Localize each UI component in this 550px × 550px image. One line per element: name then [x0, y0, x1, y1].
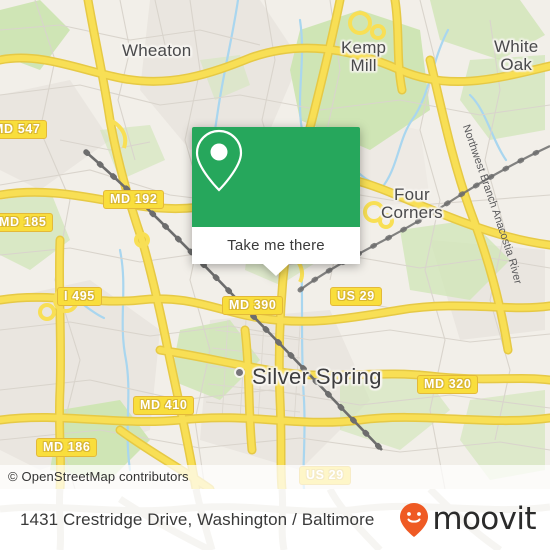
city-dot-silver-spring: [236, 369, 243, 376]
take-me-there-button[interactable]: Take me there: [192, 227, 360, 264]
road-shield-md-192: MD 192: [103, 190, 165, 209]
map-attribution[interactable]: © OpenStreetMap contributors: [0, 465, 550, 489]
road-shield-md-185: MD 185: [0, 213, 54, 232]
footer-bar: 1431 Crestridge Drive, Washington / Balt…: [0, 489, 550, 550]
popup-pointer-tail: [263, 264, 289, 276]
attribution-text: © OpenStreetMap contributors: [8, 469, 189, 484]
location-address: 1431 Crestridge Drive, Washington / Balt…: [20, 509, 375, 529]
road-shield-md-410: MD 410: [133, 396, 195, 415]
road-shield-md-320: MD 320: [417, 375, 479, 394]
moovit-logo[interactable]: moovit: [399, 501, 537, 538]
location-popup-card[interactable]: Take me there: [192, 127, 360, 276]
moovit-wordmark: moovit: [432, 501, 536, 537]
take-me-there-label: Take me there: [227, 237, 325, 254]
popup-header: [192, 127, 360, 227]
road-shield-md-547: MD 547: [0, 120, 48, 139]
road-shield-md-390: MD 390: [222, 296, 284, 315]
moovit-pin-icon: [400, 502, 429, 537]
road-shield-i-495: I 495: [57, 287, 102, 306]
road-shield-us-29: US 29: [330, 287, 382, 306]
map-canvas[interactable]: Northwest Branch Anacostia River Wheaton…: [0, 0, 550, 489]
map-pin-icon: [195, 129, 243, 192]
moovit-map-screen: Northwest Branch Anacostia River Wheaton…: [0, 0, 550, 550]
road-shield-md-186: MD 186: [36, 438, 98, 457]
